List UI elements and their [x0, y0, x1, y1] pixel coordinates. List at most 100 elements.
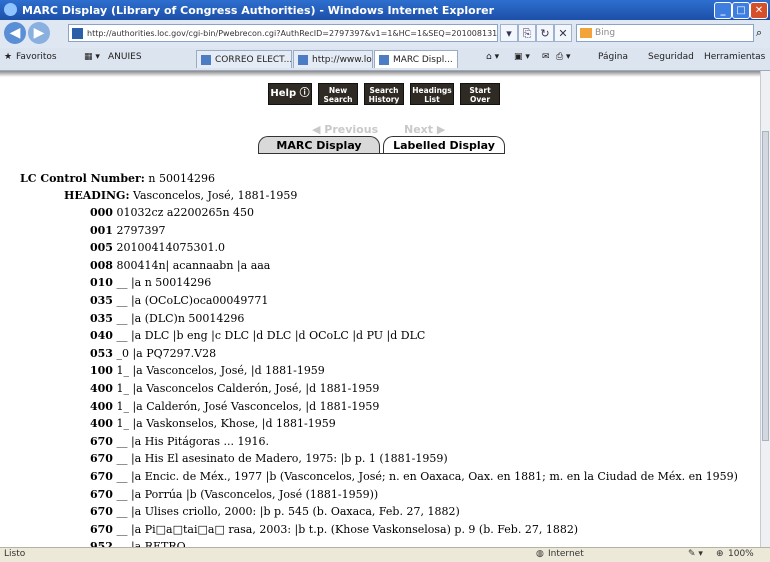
forward-icon[interactable]: ▶	[28, 22, 50, 44]
marc-tag: 000	[90, 206, 113, 219]
tab-labelled-display[interactable]: Labelled Display	[383, 136, 505, 153]
marc-tag: 008	[90, 258, 113, 272]
dropdown-icon[interactable]: ▾	[500, 24, 518, 42]
safety-menu[interactable]: Seguridad	[648, 52, 694, 62]
favorites-button[interactable]: Favoritos	[16, 52, 57, 62]
home-icon[interactable]: ⌂ ▾	[486, 52, 499, 62]
marc-tag: 010	[90, 276, 113, 290]
help-button[interactable]: Help ⓘ	[268, 83, 312, 105]
marc-tag: 670	[90, 452, 113, 466]
marc-value: __ |a Encic. de Méx., 1977 |b (Vasconcel…	[116, 470, 738, 483]
marc-tag: 670	[90, 505, 113, 519]
marc-field-row: 100 1_ |a Vasconcelos, José, |d 1881-195…	[90, 364, 325, 377]
marc-field-row: 670 __ |a Porrúa |b (Vasconcelos, José (…	[90, 488, 378, 501]
heading-label: HEADING:	[64, 189, 130, 202]
start-over-label-1: Start	[469, 86, 491, 95]
tab-label: CORREO ELECT...	[215, 55, 292, 65]
next-link[interactable]: Next ▶	[404, 123, 445, 136]
marc-value: 1_ |a Vaskonselos, Khose, |d 1881-1959	[116, 417, 336, 431]
protected-mode-icon[interactable]: ✎ ▾	[688, 549, 703, 559]
marc-field-row: 670 __ |a His El asesinato de Madero, 19…	[90, 452, 448, 465]
marc-field-row: 001 2797397	[90, 224, 165, 237]
globe-icon: ◍	[536, 549, 544, 559]
favorites-bar: ★ Favoritos ▦ ▾ ANUIES CORREO ELECT... h…	[0, 48, 770, 71]
close-button[interactable]: ✕	[750, 2, 768, 19]
marc-field-row: 005 20100414075301.0	[90, 241, 225, 254]
url-text: http://authorities.loc.gov/cgi-bin/Pwebr…	[87, 29, 498, 38]
marc-value: 20100414075301.0	[116, 241, 225, 255]
tab-marc-display[interactable]: MARC Displ... ✕	[374, 50, 458, 68]
previous-link[interactable]: ◀ Previous	[312, 123, 378, 136]
vertical-scrollbar[interactable]	[760, 71, 770, 547]
marc-field-row: 400 1_ |a Vasconcelos Calderón, José, |d…	[90, 382, 379, 395]
search-history-label-1: Search	[369, 86, 399, 95]
page-menu[interactable]: Página	[598, 52, 628, 62]
search-input[interactable]: Bing	[576, 24, 754, 42]
search-icon[interactable]: ⌕	[756, 24, 770, 42]
header-decoration	[0, 71, 760, 77]
anuies-link[interactable]: ANUIES	[108, 52, 142, 62]
feeds-icon[interactable]: ▣ ▾	[514, 52, 530, 62]
marc-tag: 040	[90, 329, 113, 343]
marc-value: __ |a (OCoLC)oca00049771	[116, 294, 269, 307]
stop-icon[interactable]: ✕	[554, 24, 572, 42]
marc-field-row: 008 800414n| acannaabn |a aaa	[90, 259, 270, 272]
marc-value: 01032cz a2200265n 450	[116, 206, 255, 219]
tab-marc-display-view[interactable]: MARC Display	[258, 136, 380, 153]
quick-tabs-icon[interactable]: ▦ ▾	[84, 52, 100, 62]
headings-list-button[interactable]: Headings List	[410, 83, 454, 105]
marc-value: __ |a n 50014296	[116, 276, 212, 290]
tab-underline	[258, 153, 505, 154]
minimize-button[interactable]: _	[714, 2, 732, 19]
marc-value: 1_ |a Calderón, José Vasconcelos, |d 188…	[116, 399, 380, 413]
marc-field-row: 040 __ |a DLC |b eng |c DLC |d DLC |d OC…	[90, 329, 425, 342]
marc-value: _0 |a PQ7297.V28	[116, 346, 217, 360]
marc-value: __ |a (DLC)n 50014296	[116, 311, 245, 325]
zoom-level[interactable]: 100%	[728, 549, 754, 559]
compat-view-icon[interactable]: ⎘	[518, 24, 536, 42]
window-title: MARC Display (Library of Congress Author…	[22, 4, 495, 17]
marc-field-row: 053 _0 |a PQ7297.V28	[90, 347, 216, 360]
status-text: Listo	[4, 549, 26, 559]
tab-loc[interactable]: http://www.loc...	[293, 50, 373, 68]
headings-list-label-2: List	[424, 95, 440, 104]
marc-tag: 400	[90, 382, 113, 395]
headings-list-label-1: Headings	[412, 86, 452, 95]
tab-icon	[379, 55, 389, 65]
marc-value: 2797397	[116, 223, 166, 237]
back-icon[interactable]: ◀	[4, 22, 26, 44]
marc-value: 1_ |a Vasconcelos Calderón, José, |d 188…	[116, 382, 380, 395]
tab-correo[interactable]: CORREO ELECT...	[196, 50, 292, 68]
marc-field-row: 035 __ |a (DLC)n 50014296	[90, 312, 244, 325]
search-history-button[interactable]: Search History	[364, 83, 404, 105]
control-label: LC Control Number:	[20, 172, 145, 185]
marc-field-row: 670 __ |a Pi□a□tai□a□ rasa, 2003: |b t.p…	[90, 523, 578, 536]
marc-value: __ |a Ulises criollo, 2000: |b p. 545 (b…	[116, 505, 460, 519]
marc-value: __ |a Porrúa |b (Vasconcelos, José (1881…	[116, 487, 379, 501]
marc-value: __ |a Pi□a□tai□a□ rasa, 2003: |b t.p. (K…	[116, 522, 579, 536]
address-input[interactable]: http://authorities.loc.gov/cgi-bin/Pwebr…	[68, 24, 498, 42]
marc-tag: 005	[90, 241, 113, 255]
refresh-icon[interactable]: ↻	[536, 24, 554, 42]
search-placeholder: Bing	[595, 28, 616, 38]
marc-tag: 670	[90, 434, 113, 448]
favorites-star-icon[interactable]: ★	[4, 52, 12, 62]
marc-value: __ |a His Pitágoras ... 1916.	[116, 434, 269, 448]
tab-label: http://www.loc...	[312, 55, 372, 65]
marc-field-row: 010 __ |a n 50014296	[90, 276, 211, 289]
new-search-label-1: New	[328, 86, 348, 95]
marc-value: 800414n| acannaabn |a aaa	[116, 258, 271, 272]
start-over-button[interactable]: Start Over	[460, 83, 500, 105]
new-search-button[interactable]: New Search	[318, 83, 358, 105]
zoom-icon[interactable]: ⊕	[716, 549, 724, 559]
marc-value: __ |a DLC |b eng |c DLC |d DLC |d OCoLC …	[116, 329, 426, 343]
tools-menu[interactable]: Herramientas	[704, 52, 765, 62]
page-content: Help ⓘ New Search Search History Headings L…	[0, 71, 760, 547]
print-icon[interactable]: ⎙ ▾	[556, 52, 571, 62]
maximize-button[interactable]: □	[732, 2, 750, 19]
mail-icon[interactable]: ✉	[542, 52, 550, 62]
marc-value: 1_ |a Vasconcelos, José, |d 1881-1959	[116, 364, 325, 378]
help-label: Help	[270, 88, 297, 99]
marc-tag: 035	[90, 311, 113, 325]
scrollbar-thumb[interactable]	[762, 131, 769, 441]
